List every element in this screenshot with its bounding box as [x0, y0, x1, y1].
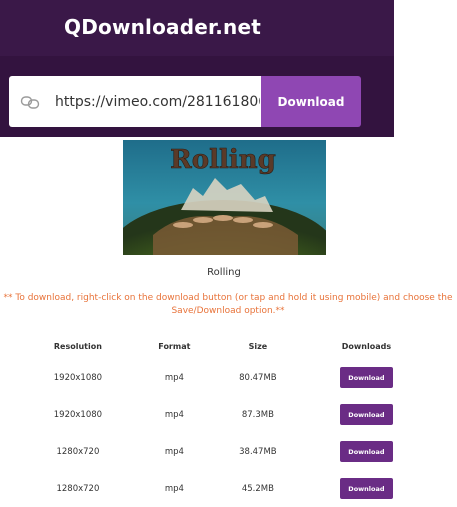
table-row: 1920x1080 mp4 87.3MB Download	[20, 396, 430, 433]
cell-size: 80.47MB	[239, 372, 277, 383]
row-download-button[interactable]: Download	[339, 404, 393, 425]
cell-download: Download	[303, 396, 430, 433]
table-row: 1280x720 mp4 45.2MB Download	[20, 470, 430, 507]
cell-format: mp4	[164, 372, 184, 383]
cell-size: 87.3MB	[241, 409, 274, 420]
video-thumbnail[interactable]: Rolling	[123, 140, 326, 255]
url-input[interactable]	[55, 76, 260, 127]
cell-resolution: 1280x720	[56, 483, 100, 494]
site-header: QDownloader.net Download	[0, 0, 394, 137]
header-format: Format	[158, 341, 191, 351]
cell-format: mp4	[164, 409, 184, 420]
site-logo[interactable]: QDownloader.net	[64, 15, 261, 39]
cell-format: mp4	[164, 446, 184, 457]
cell-download: Download	[303, 433, 430, 470]
cell-format: mp4	[164, 483, 184, 494]
cell-download: Download	[303, 470, 430, 507]
cell-resolution: 1920x1080	[53, 409, 103, 420]
cell-resolution: 1920x1080	[53, 372, 103, 383]
video-title: Rolling	[207, 267, 241, 278]
header-downloads: Downloads	[341, 341, 392, 351]
row-download-button[interactable]: Download	[339, 367, 393, 388]
table-row: 1280x720 mp4 38.47MB Download	[20, 433, 430, 470]
url-input-box[interactable]	[9, 76, 261, 127]
thumbnail-caption: Rolling	[170, 145, 276, 175]
downloads-table: Resolution Format Size Downloads 1920x10…	[20, 333, 430, 507]
link-icon	[20, 96, 40, 109]
cell-download: Download	[303, 359, 430, 396]
cell-size: 38.47MB	[239, 446, 277, 457]
table-row: 1920x1080 mp4 80.47MB Download	[20, 359, 430, 396]
row-download-button[interactable]: Download	[339, 441, 393, 462]
download-button[interactable]: Download	[261, 76, 361, 127]
header-size: Size	[248, 341, 268, 351]
table-header-row: Resolution Format Size Downloads	[20, 333, 430, 359]
cell-resolution: 1280x720	[56, 446, 100, 457]
cell-size: 45.2MB	[241, 483, 274, 494]
row-download-button[interactable]: Download	[339, 478, 393, 499]
download-notice: ** To download, right-click on the downl…	[3, 293, 453, 316]
header-resolution: Resolution	[53, 341, 102, 351]
